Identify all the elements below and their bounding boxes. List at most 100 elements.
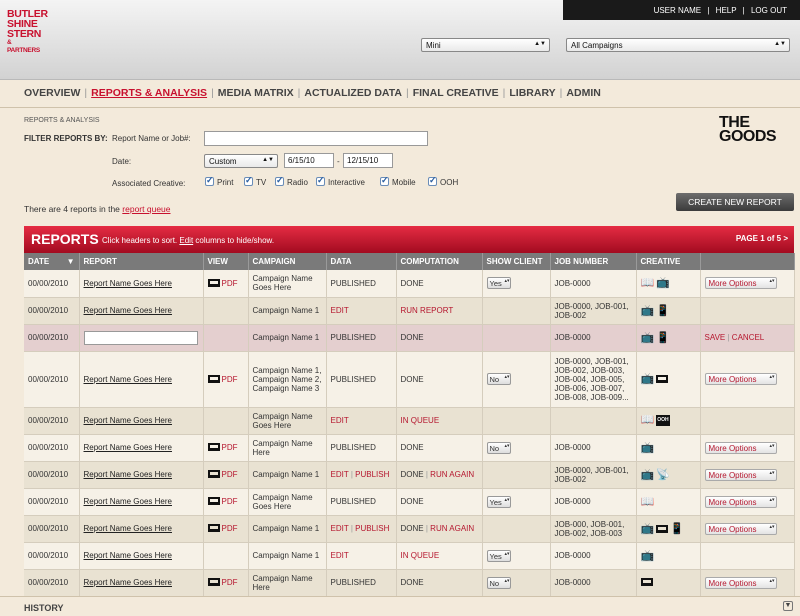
filter-title: FILTER REPORTS BY: [24,134,108,143]
checkbox-print[interactable]: Print [205,175,233,187]
report-link[interactable]: Report Name Goes Here [84,279,172,288]
col-view[interactable]: VIEW [203,253,249,270]
report-link[interactable]: Report Name Goes Here [84,551,172,560]
report-link[interactable]: Report Name Goes Here [84,524,172,533]
nav-media-matrix[interactable]: MEDIA MATRIX [218,87,294,99]
edit-link[interactable]: EDIT [331,551,349,560]
publish-link[interactable]: PUBLISH [355,470,389,479]
client-select[interactable]: Mini ▲▼ [421,38,550,52]
more-options-select[interactable]: More Options [704,468,777,481]
col-data[interactable]: DATA [326,253,397,270]
agency-logo[interactable]: BUTLER SHINE STERN & PARTNERS [7,9,48,55]
report-link[interactable]: Report Name Goes Here [84,470,172,479]
show-client-select[interactable]: No [486,576,511,589]
table-row: 00/00/2010 Report Name Goes Here Campaig… [24,407,795,435]
pdf-link[interactable]: PDF [203,434,249,462]
select-arrows-icon: ▲▼ [534,41,546,47]
show-client-select[interactable]: Yes [486,495,511,508]
save-link[interactable]: SAVE [705,333,726,342]
checkbox-mobile[interactable]: Mobile [380,175,416,187]
more-options-select[interactable]: More Options [704,277,777,290]
nav-library[interactable]: LIBRARY [509,87,555,99]
history-section-header[interactable]: HISTORY ▼ [0,596,800,616]
checkbox-interactive[interactable]: Interactive [316,175,365,187]
more-options-select[interactable]: More Options [704,522,777,535]
cancel-link[interactable]: CANCEL [732,333,764,342]
edit-link[interactable]: EDIT [331,524,349,533]
show-client-select[interactable]: Yes [486,277,511,290]
help-link[interactable]: HELP [716,6,737,15]
laptop-icon [207,470,220,478]
report-link[interactable]: Report Name Goes Here [84,578,172,587]
print-icon: 📖 [640,495,655,508]
report-name-input[interactable] [204,131,428,146]
user-toolbar: USER NAME | HELP | LOG OUT [563,0,800,20]
create-new-report-button[interactable]: CREATE NEW REPORT [676,193,794,211]
col-date[interactable]: DATE ▼ [24,253,80,270]
pdf-link[interactable]: PDF [203,270,249,298]
report-link[interactable]: Report Name Goes Here [84,443,172,452]
show-client-select[interactable]: Yes [486,549,511,562]
report-link[interactable]: Report Name Goes Here [84,375,172,384]
pdf-link[interactable]: PDF [203,515,249,543]
print-icon: 📖 [640,414,655,426]
pdf-link[interactable]: PDF [203,461,249,489]
the-goods-logo: THE GOODS [719,114,777,145]
edit-link[interactable]: EDIT [331,306,349,315]
show-client-select[interactable]: No [486,441,511,454]
more-options-select[interactable]: More Options [704,373,777,385]
nav-final-creative[interactable]: FINAL CREATIVE [413,87,499,99]
edit-link[interactable]: EDIT [331,416,349,425]
logout-link[interactable]: LOG OUT [751,6,787,15]
laptop-icon [656,375,669,383]
report-link[interactable]: Report Name Goes Here [84,306,172,315]
pdf-link[interactable]: PDF [203,569,249,597]
date-from-input[interactable]: 6/15/10 [284,153,334,168]
run-again-link[interactable]: RUN AGAIN [430,524,474,533]
edit-columns-link[interactable]: Edit [179,236,193,245]
checkbox-tv[interactable]: TV [244,175,266,187]
col-job-number[interactable]: JOB NUMBER [550,253,637,270]
run-again-link[interactable]: RUN AGAIN [430,470,474,479]
date-range-select[interactable]: Custom ▲▼ [204,154,278,168]
mobile-icon: 📱 [656,331,670,344]
col-show-client[interactable]: SHOW CLIENT [482,253,551,270]
table-row: 00/00/2010 Report Name Goes Here PDF Cam… [24,434,795,462]
campaign-select[interactable]: All Campaigns ▲▼ [566,38,790,52]
table-row: 00/00/2010 Report Name Goes Here PDF Cam… [24,461,795,489]
pdf-link[interactable]: PDF [203,351,249,408]
col-computation[interactable]: COMPUTATION [396,253,483,270]
pdf-link[interactable]: PDF [203,488,249,516]
laptop-icon [656,524,669,533]
report-queue-link[interactable]: report queue [122,204,170,214]
date-to-input[interactable]: 12/15/10 [343,153,393,168]
more-options-select[interactable]: More Options [704,576,777,589]
more-options-select[interactable]: More Options [704,495,777,508]
pagination[interactable]: PAGE 1 of 5 > [736,234,788,243]
col-creative[interactable]: CREATIVE [636,253,701,270]
report-link[interactable]: Report Name Goes Here [84,497,172,506]
user-name-link[interactable]: USER NAME [654,6,702,15]
chevron-down-icon[interactable]: ▼ [783,601,793,611]
col-report[interactable]: REPORT [79,253,204,270]
checkbox-checked-icon [380,175,389,186]
checkbox-checked-icon [244,175,253,186]
checkbox-ooh[interactable]: OOH [428,175,458,187]
nav-overview[interactable]: OVERVIEW [24,87,80,99]
checkbox-radio[interactable]: Radio [275,175,308,187]
report-name-edit-input[interactable] [83,330,198,345]
publish-link[interactable]: PUBLISH [355,524,389,533]
col-campaign[interactable]: CAMPAIGN [248,253,327,270]
associated-creative-label: Associated Creative: [112,179,186,188]
nav-reports-analysis[interactable]: REPORTS & ANALYSIS [91,87,207,99]
edit-link[interactable]: EDIT [331,470,349,479]
table-row: 00/00/2010 Report Name Goes Here PDF Cam… [24,488,795,516]
more-options-select[interactable]: More Options [704,441,777,454]
report-link[interactable]: Report Name Goes Here [84,416,172,425]
nav-admin[interactable]: ADMIN [566,87,600,99]
nav-actualized-data[interactable]: ACTUALIZED DATA [304,87,402,99]
reports-header-bar: REPORTS Click headers to sort. Edit colu… [24,226,794,253]
laptop-icon [207,374,220,383]
run-report-link[interactable]: RUN REPORT [401,306,454,315]
show-client-select[interactable]: No [486,373,511,385]
